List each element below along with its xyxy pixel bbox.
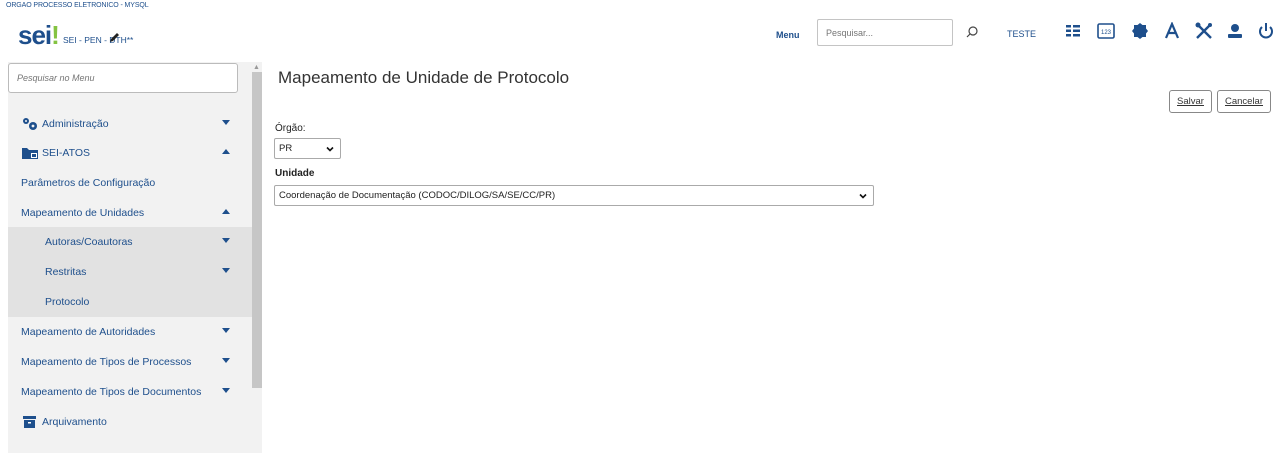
logo-text: sei <box>18 20 52 50</box>
chevron-down-icon <box>326 146 334 152</box>
sidebar-item-label: Mapeamento de Tipos de Documentos <box>21 386 202 398</box>
folder-icon <box>22 148 38 159</box>
sidebar-item-protocolo[interactable]: Protocolo <box>8 287 252 317</box>
orgao-select[interactable]: PR <box>274 138 341 159</box>
power-icon[interactable] <box>1256 22 1276 40</box>
search-input[interactable] <box>817 19 953 46</box>
unit-selector[interactable]: TESTE <box>1007 29 1036 39</box>
svg-text:123: 123 <box>1101 30 1112 36</box>
font-size-icon[interactable] <box>1162 22 1182 40</box>
sidebar-item-restritas[interactable]: Restritas <box>8 257 252 287</box>
sidebar-item-label: Arquivamento <box>42 416 107 428</box>
chevron-down-icon <box>222 358 230 363</box>
orgao-label: Órgão: <box>275 123 306 134</box>
sidebar-item-label: Parâmetros de Configuração <box>21 177 156 189</box>
sidebar-item-mapeamento-tipos-documentos[interactable]: Mapeamento de Tipos de Documentos <box>8 377 252 407</box>
sei-logo[interactable]: sei! <box>18 20 60 50</box>
sidebar-item-sei-atos[interactable]: SEI-ATOS <box>8 138 252 168</box>
chevron-down-icon <box>222 268 230 273</box>
chevron-down-icon <box>859 193 867 199</box>
sidebar-item-autoras-coautoras[interactable]: Autoras/Coautoras <box>8 227 252 257</box>
org-name: ORGAO PROCESSO ELETRONICO - MYSQL <box>6 2 149 9</box>
save-button[interactable]: Salvar <box>1169 90 1212 113</box>
search-icon[interactable] <box>965 25 979 39</box>
archive-icon <box>23 416 36 428</box>
sidebar-item-mapeamento-tipos-processos[interactable]: Mapeamento de Tipos de Processos <box>8 347 252 377</box>
sidebar-menu: Administração SEI-ATOS Parâmetros de Con… <box>8 62 262 453</box>
keypad-123-icon[interactable]: 123 <box>1096 22 1116 40</box>
sidebar-item-label: Autoras/Coautoras <box>45 236 133 248</box>
unidade-select[interactable]: Coordenação de Documentação (CODOC/DILOG… <box>274 185 874 206</box>
chevron-up-icon <box>222 209 230 214</box>
page-title: Mapeamento de Unidade de Protocolo <box>278 68 570 87</box>
sidebar-item-label: Protocolo <box>45 296 90 308</box>
sidebar-item-label: SEI-ATOS <box>42 147 91 159</box>
badge-icon[interactable] <box>1130 22 1150 40</box>
system-name: SEI - PEN - DTH** <box>63 35 134 45</box>
user-icon[interactable] <box>1225 22 1245 40</box>
unidade-selected-value: Coordenação de Documentação (CODOC/DILOG… <box>279 190 556 201</box>
menu-search-input[interactable] <box>8 63 238 93</box>
chevron-down-icon <box>222 388 230 393</box>
sidebar-scrollbar[interactable]: ▲ <box>252 62 262 453</box>
sidebar-item-administracao[interactable]: Administração <box>8 109 252 139</box>
sidebar-item-mapeamento-unidades[interactable]: Mapeamento de Unidades <box>8 198 252 228</box>
tools-icon[interactable] <box>1194 22 1214 40</box>
sidebar-item-parametros[interactable]: Parâmetros de Configuração <box>8 168 252 198</box>
chevron-down-icon <box>222 328 230 333</box>
gears-icon <box>23 118 37 130</box>
menu-link[interactable]: Menu <box>776 30 800 40</box>
orgao-selected-value: PR <box>279 143 293 154</box>
sidebar-item-arquivamento[interactable]: Arquivamento <box>8 407 252 437</box>
logo-bang: ! <box>51 20 60 50</box>
sidebar-item-label: Mapeamento de Autoridades <box>21 326 156 338</box>
chevron-down-icon <box>222 238 230 243</box>
sidebar-item-label: Mapeamento de Unidades <box>21 207 145 219</box>
scrollbar-thumb[interactable] <box>252 72 262 388</box>
chevron-up-icon <box>222 149 230 154</box>
cancel-button[interactable]: Cancelar <box>1217 90 1271 113</box>
sidebar-item-mapeamento-autoridades[interactable]: Mapeamento de Autoridades <box>8 317 252 347</box>
scroll-up-icon[interactable]: ▲ <box>253 64 260 71</box>
unidade-label: Unidade <box>275 168 315 179</box>
chevron-down-icon <box>222 120 230 125</box>
sidebar-item-label: Restritas <box>45 266 87 278</box>
sidebar-item-label: Mapeamento de Tipos de Processos <box>21 356 192 368</box>
top-header: ORGAO PROCESSO ELETRONICO - MYSQL sei! S… <box>0 0 1276 62</box>
sidebar-item-label: Administração <box>42 118 109 130</box>
edit-pen-icon[interactable] <box>108 32 120 44</box>
grid-list-icon[interactable] <box>1063 22 1083 40</box>
